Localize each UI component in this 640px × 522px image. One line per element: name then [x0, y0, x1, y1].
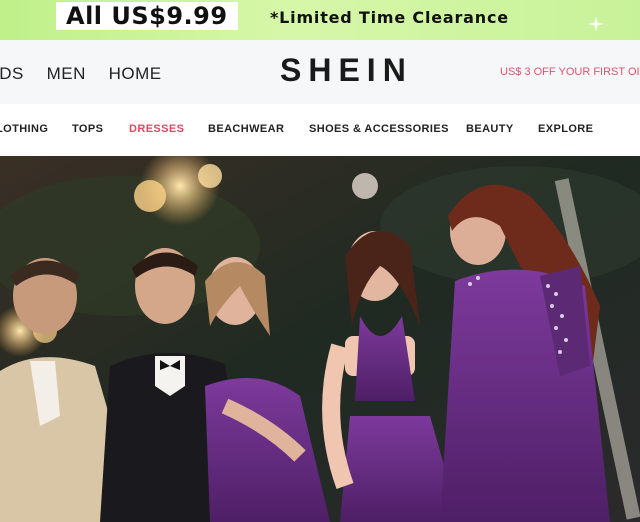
category-shoes-accessories[interactable]: SHOES & ACCESSORIES: [309, 123, 449, 135]
nav-men[interactable]: MEN: [47, 64, 86, 83]
promo-banner[interactable]: All US$9.99 *Limited Time Clearance: [0, 0, 640, 40]
first-order-offer[interactable]: US$ 3 OFF YOUR FIRST OI: [500, 66, 640, 78]
hero-banner[interactable]: [0, 156, 640, 522]
shein-logo[interactable]: SHEIN: [280, 52, 413, 89]
promo-text: *Limited Time Clearance: [270, 8, 509, 27]
nav-home[interactable]: HOME: [109, 64, 162, 83]
nav-kids[interactable]: IDS: [0, 64, 24, 83]
site-header: IDS MEN HOME SHEIN US$ 3 OFF YOUR FIRST …: [0, 40, 640, 104]
category-tops[interactable]: TOPS: [72, 123, 103, 135]
hero-photo: [0, 156, 640, 522]
category-explore[interactable]: EXPLORE: [538, 123, 593, 135]
category-dresses[interactable]: DRESSES: [129, 123, 184, 135]
category-clothing[interactable]: LOTHING: [0, 123, 48, 135]
category-nav: LOTHING TOPS DRESSES BEACHWEAR SHOES & A…: [0, 104, 640, 156]
promo-price-label: All US$9.99: [56, 2, 238, 30]
category-beachwear[interactable]: BEACHWEAR: [208, 123, 284, 135]
category-beauty[interactable]: BEAUTY: [466, 123, 514, 135]
top-nav: IDS MEN HOME: [0, 64, 180, 84]
sparkle-icon: [588, 16, 604, 32]
